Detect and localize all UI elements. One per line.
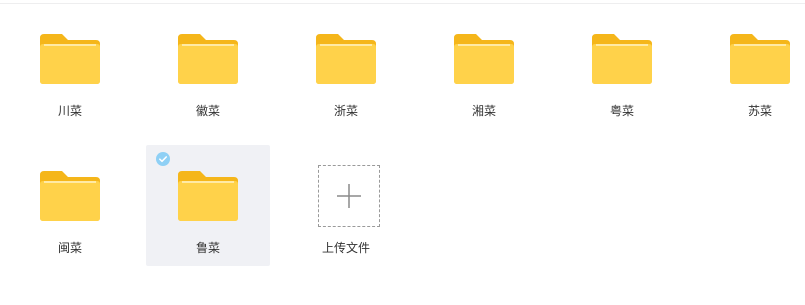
folder-label: 浙菜: [333, 104, 358, 118]
folder-item-huicai[interactable]: 徽菜: [146, 8, 270, 129]
upload-file-item[interactable]: 上传文件: [284, 145, 408, 266]
check-circle-icon[interactable]: [156, 151, 170, 166]
folder-icon: [178, 171, 238, 221]
folder-icon: [316, 34, 376, 84]
folder-label: 湘菜: [471, 104, 496, 118]
folder-item-sucai[interactable]: 苏菜: [698, 8, 805, 129]
folder-icon: [592, 34, 652, 84]
folder-icon: [454, 34, 514, 84]
folder-label: 鲁菜: [195, 241, 220, 255]
folder-item-zhecai[interactable]: 浙菜: [284, 8, 408, 129]
plus-icon: [336, 183, 362, 209]
folder-item-xiangcai[interactable]: 湘菜: [422, 8, 546, 129]
folder-label: 徽菜: [195, 104, 220, 118]
folder-item-yuecai[interactable]: 粤菜: [560, 8, 684, 129]
folder-label: 川菜: [57, 104, 82, 118]
folder-item-lucai-selected[interactable]: 鲁菜: [146, 145, 270, 266]
upload-label: 上传文件: [321, 241, 370, 255]
upload-dropzone[interactable]: [318, 165, 380, 227]
folder-icon: [730, 34, 790, 84]
folder-label: 闽菜: [57, 241, 82, 255]
folder-label: 粤菜: [609, 104, 634, 118]
folder-item-mincai[interactable]: 闽菜: [8, 145, 132, 266]
folder-icon: [40, 171, 100, 221]
folder-icon: [40, 34, 100, 84]
folder-label: 苏菜: [747, 104, 772, 118]
folder-item-chuancai[interactable]: 川菜: [8, 8, 132, 129]
folder-icon: [178, 34, 238, 84]
file-grid: 川菜 徽菜 浙菜 湘菜 粤菜 苏菜 闽菜 鲁菜 上传文件: [0, 0, 805, 305]
